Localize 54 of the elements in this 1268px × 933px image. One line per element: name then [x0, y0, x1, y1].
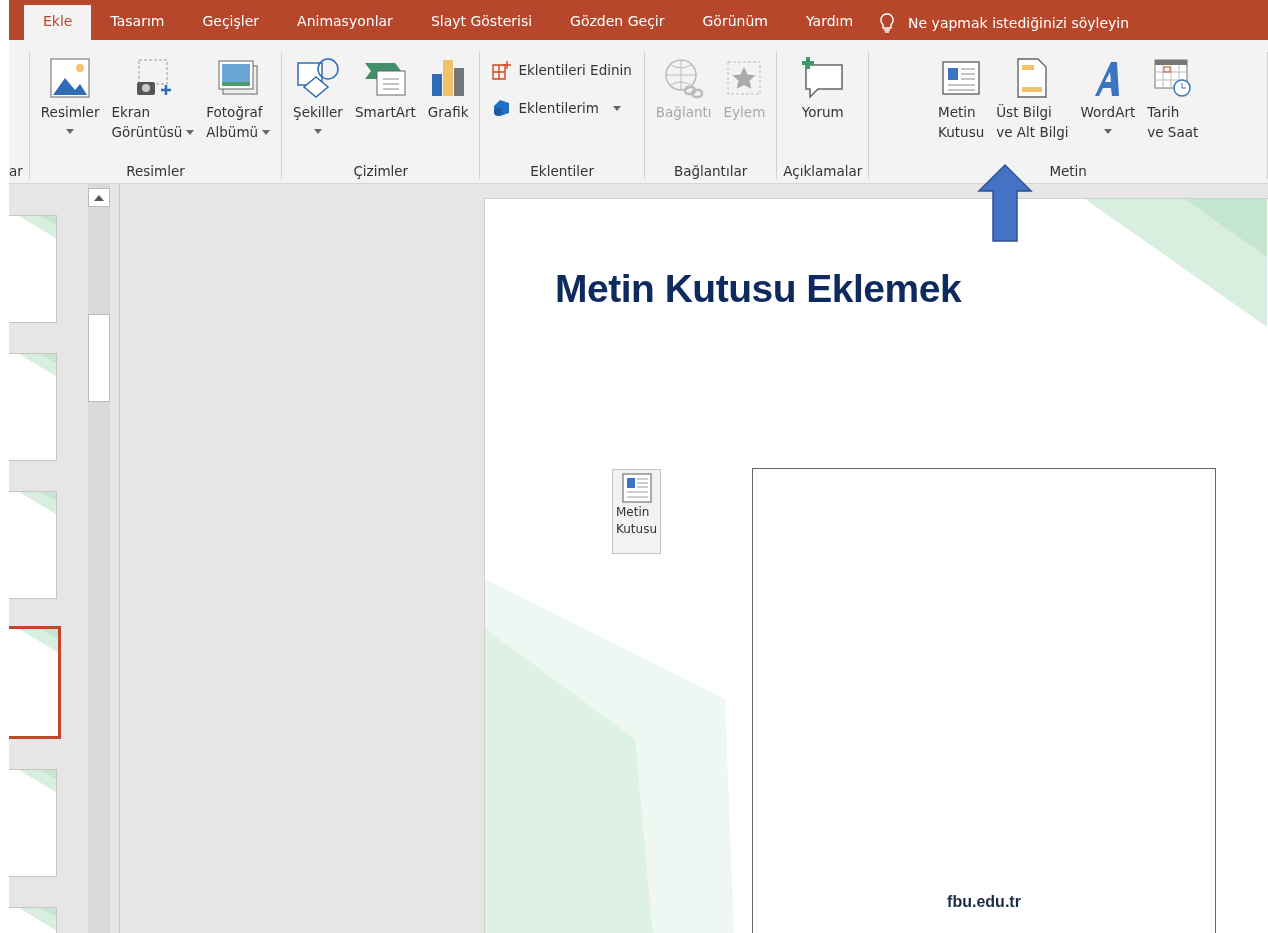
- scrollbar-thumb[interactable]: [88, 314, 110, 402]
- text-box-icon: [941, 60, 982, 96]
- group-label: Çizimler: [353, 162, 409, 179]
- ribbon-button[interactable]: Eklentileri Edinin: [486, 56, 638, 84]
- slide-thumbnail[interactable]: [9, 215, 57, 323]
- ribbon-button[interactable]: Fotoğraf Albümü: [201, 52, 276, 144]
- tell-me-field[interactable]: Ne yapmak istediğinizi söyleyin: [908, 14, 1130, 31]
- ribbon-tab[interactable]: Geçişler: [183, 5, 279, 40]
- ribbon-button[interactable]: Yorum: [794, 52, 851, 124]
- globe-link-icon: [662, 57, 705, 99]
- slide-title: Metin Kutusu Eklemek: [555, 267, 962, 311]
- ribbon-tab[interactable]: Yardım: [786, 5, 873, 40]
- grid-plus-icon: [492, 60, 513, 80]
- text-box-tool[interactable]: Metin Kutusu: [612, 469, 661, 554]
- ribbon-button[interactable]: Eklentilerim: [486, 94, 627, 122]
- scrollbar[interactable]: [88, 184, 110, 933]
- ribbon-tab[interactable]: Tasarım: [91, 5, 184, 40]
- header-footer-icon: [1016, 57, 1049, 99]
- comment-icon: [799, 57, 846, 99]
- photo-album-icon: [217, 58, 260, 98]
- caret-up-icon: [94, 194, 104, 201]
- slide-thumbnail[interactable]: [9, 491, 57, 599]
- group-label: Eklentiler: [530, 162, 594, 179]
- calendar-clock-icon: [1152, 58, 1193, 98]
- ribbon-tab[interactable]: Animasyonlar: [278, 5, 412, 40]
- ribbon-button[interactable]: Üst Bilgi ve Alt Bilgi: [991, 52, 1074, 144]
- footer-text: fbu.edu.tr: [947, 893, 1021, 911]
- bar-chart-icon: [430, 58, 467, 98]
- ribbon-button[interactable]: Metin Kutusu: [933, 52, 990, 144]
- ribbon-button[interactable]: WordArt: [1075, 52, 1141, 142]
- ribbon-tab[interactable]: Gözden Geçir: [551, 5, 684, 40]
- slide-thumbnail[interactable]: [9, 353, 57, 461]
- ribbon-tab[interactable]: Slayt Gösterisi: [411, 5, 552, 40]
- slide-thumbnail[interactable]: [9, 769, 57, 877]
- group-label: Metin: [1049, 162, 1087, 179]
- ribbon-button[interactable]: Ekran Görüntüsü: [106, 52, 200, 144]
- ribbon-button[interactable]: Tarih ve Saat: [1142, 52, 1204, 144]
- ribbon-tab[interactable]: Ekle: [24, 5, 92, 40]
- group-label: ar: [9, 162, 23, 179]
- text-box[interactable]: fbu.edu.tr: [752, 468, 1216, 933]
- ribbon-button[interactable]: SmartArt: [349, 52, 421, 124]
- ribbon-button[interactable]: Grafik: [422, 52, 474, 124]
- text-box-icon: [620, 472, 653, 504]
- ribbon-tab[interactable]: Görünüm: [683, 5, 787, 40]
- ribbon-button[interactable]: Resimler: [35, 52, 105, 142]
- slide-thumbnail[interactable]: [9, 626, 61, 739]
- image-icon: [50, 58, 91, 98]
- scroll-up-button[interactable]: [88, 188, 110, 207]
- ribbon-button[interactable]: Şekiller: [288, 52, 348, 142]
- group-label: Bağlantılar: [673, 162, 748, 179]
- group-label: Açıklamalar: [783, 162, 863, 179]
- group-label: Resimler: [126, 162, 185, 179]
- shapes-icon: [296, 57, 340, 99]
- lightbulb-icon[interactable]: [880, 12, 895, 33]
